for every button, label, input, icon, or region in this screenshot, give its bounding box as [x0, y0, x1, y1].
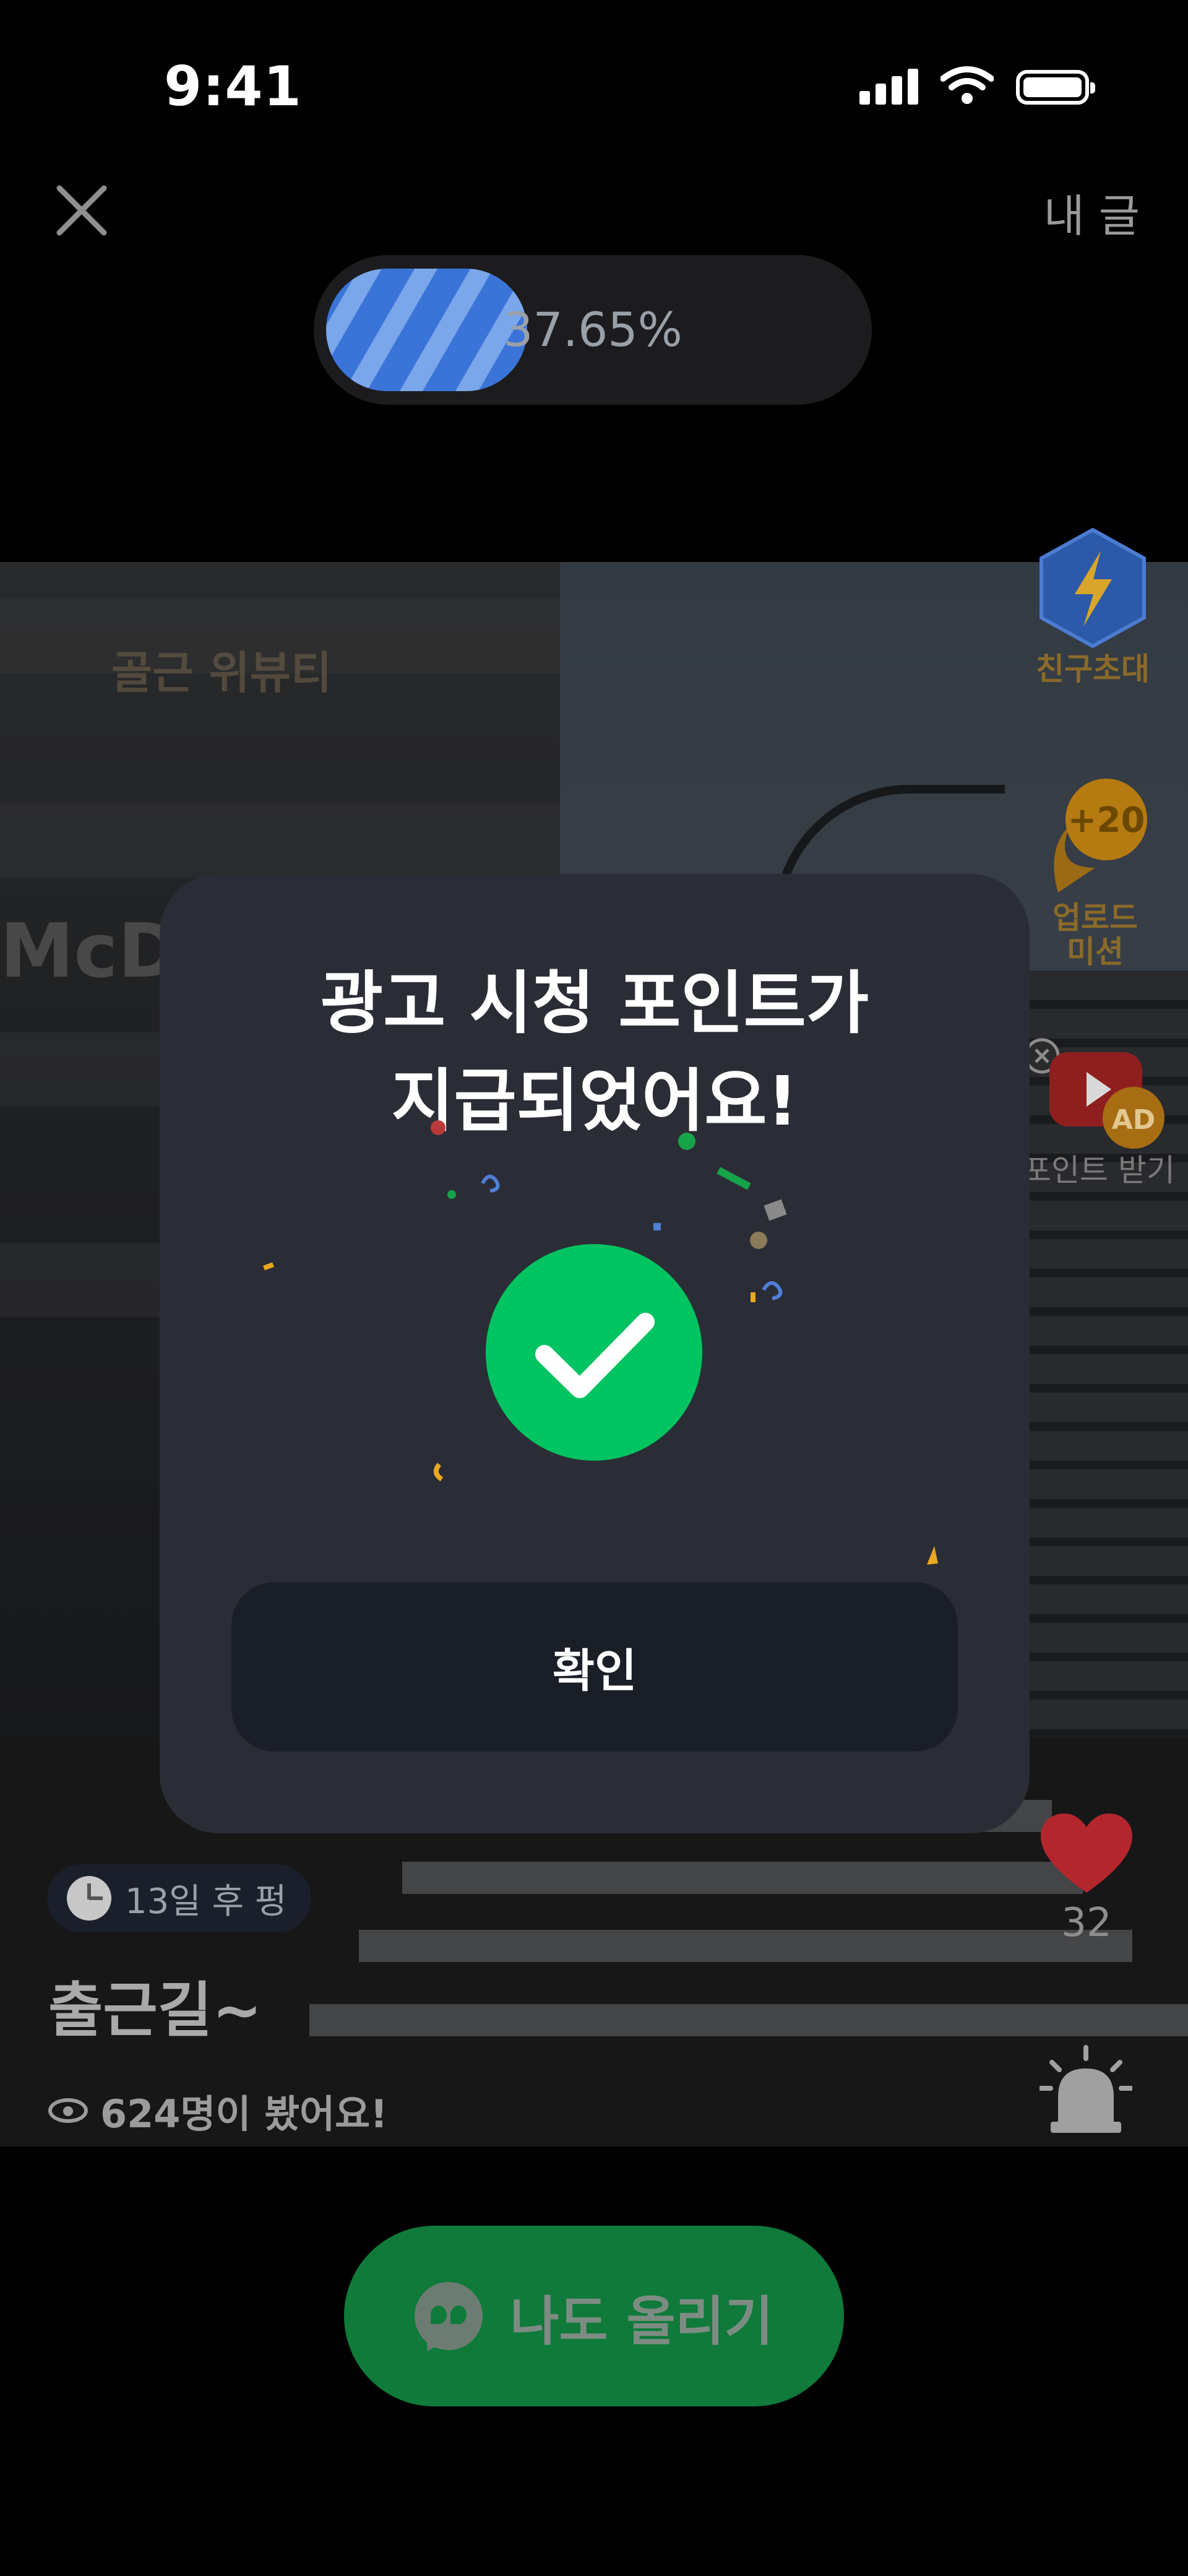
like-button[interactable]: 32	[1037, 1811, 1136, 1946]
status-icons	[859, 65, 1095, 105]
report-siren-icon[interactable]	[1040, 2044, 1132, 2137]
view-count: 624명이 봤어요!	[48, 2083, 387, 2138]
cellular-signal-icon	[859, 65, 918, 105]
invite-friends-button[interactable]: 친구초대	[1031, 526, 1155, 686]
upload-mission-icon: +20	[1054, 779, 1147, 893]
my-post-link[interactable]: 내 글	[1044, 179, 1140, 244]
like-count: 32	[1061, 1900, 1112, 1946]
post-title: 출근길~	[48, 1976, 262, 2045]
upload-label-1: 업로드	[1052, 900, 1138, 936]
confirm-button[interactable]: 확인	[231, 1582, 958, 1752]
wifi-icon	[940, 66, 994, 104]
chat-bubble-icon	[415, 2282, 483, 2350]
expiry-badge: 13일 후 펑	[47, 1864, 312, 1932]
progress-label: 37.65%	[503, 302, 682, 357]
lightning-icon	[1040, 527, 1146, 649]
upload-mine-label: 나도 올리기	[510, 2290, 773, 2353]
clock-icon	[67, 1876, 111, 1921]
upload-mine-button[interactable]: 나도 올리기	[344, 2226, 844, 2406]
upload-badge-text: +20	[1068, 800, 1145, 841]
battery-icon	[1016, 70, 1095, 105]
screen: 9:41 내 글 37.65% 골근 위뷰티 McD 친구초대 +20 업로드 …	[0, 0, 1188, 2576]
heart-icon	[1041, 1813, 1132, 1893]
close-icon[interactable]	[51, 179, 113, 241]
success-check-icon	[486, 1244, 702, 1461]
ad-points-button[interactable]: AD 포인트 받기	[1018, 1027, 1179, 1188]
ad-play-icon: AD	[1024, 1038, 1164, 1149]
expiry-text: 13일 후 펑	[125, 1881, 287, 1922]
points-progress-bar: 37.65%	[314, 255, 872, 405]
status-time: 9:41	[164, 54, 302, 118]
reward-modal: 광고 시청 포인트가 지급되었어요! 확인	[160, 874, 1030, 1833]
view-count-text: 624명이 봤어요!	[100, 2091, 388, 2137]
ad-badge-text: AD	[1112, 1104, 1156, 1136]
invite-label: 친구초대	[1036, 651, 1150, 687]
eye-icon	[48, 2098, 88, 2123]
ad-points-label: 포인트 받기	[1023, 1152, 1175, 1188]
upload-label-2: 미션	[1067, 934, 1124, 970]
upload-mission-button[interactable]: +20 업로드 미션	[1033, 775, 1157, 969]
